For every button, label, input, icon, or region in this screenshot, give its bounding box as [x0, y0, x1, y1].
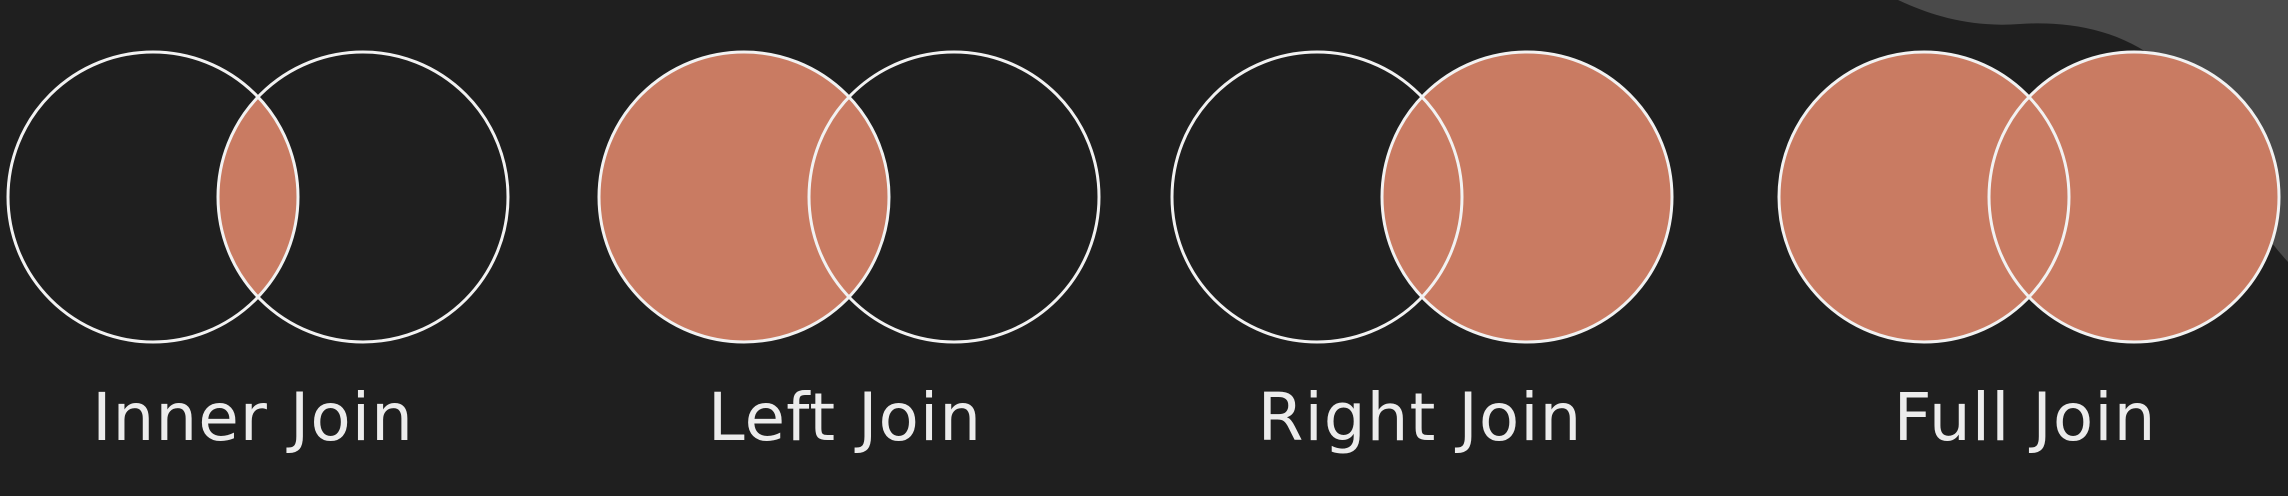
- inner-join-diagram: Inner Join: [6, 50, 510, 456]
- full-join-diagram: Full Join: [1777, 50, 2281, 456]
- right-join-diagram: Right Join: [1170, 50, 1674, 456]
- left-join-label: Left Join: [708, 379, 982, 456]
- right-join-label: Right Join: [1258, 379, 1583, 456]
- inner-join-label: Inner Join: [92, 379, 414, 456]
- left-join-diagram: Left Join: [597, 50, 1101, 456]
- full-join-label: Full Join: [1894, 379, 2157, 456]
- join-venn-diagrams: Inner Join Left Join Right Join Full Joi…: [6, 0, 2288, 456]
